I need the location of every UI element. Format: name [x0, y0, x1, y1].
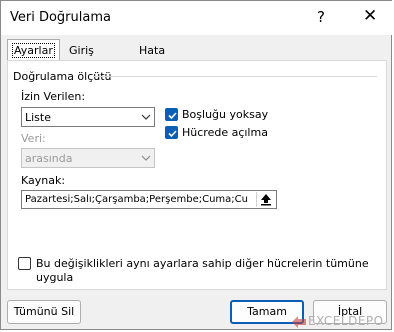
- tab-settings[interactable]: Ayarlar: [7, 39, 60, 61]
- chevron-down-icon: [138, 108, 154, 126]
- range-select-icon[interactable]: [256, 192, 275, 207]
- apply-all-label-line2: uygula: [36, 271, 74, 284]
- close-button[interactable]: ✕: [363, 6, 377, 26]
- checkmark-icon: [168, 130, 177, 138]
- title-bar[interactable]: Veri Doğrulama ? ✕: [1, 1, 393, 35]
- data-label: Veri:: [21, 132, 46, 145]
- source-label: Kaynak:: [21, 174, 66, 187]
- data-combo[interactable]: arasında: [21, 148, 155, 168]
- in-cell-dropdown-label: Hücrede açılma: [182, 126, 268, 139]
- source-value: Pazartesi;Salı;Çarşamba;Perşembe;Cuma;Cu: [25, 194, 248, 205]
- watermark-text: EXCELDEPO: [308, 314, 384, 328]
- tab-error-alert[interactable]: Hata Uyarısı: [135, 41, 181, 76]
- tab-settings-label: Ayarlar: [12, 43, 55, 58]
- in-cell-dropdown-checkbox[interactable]: [165, 126, 178, 139]
- logo-icon: [292, 316, 306, 328]
- allow-combo[interactable]: Liste: [21, 107, 155, 127]
- apply-all-label-line1: Bu değişiklikleri aynı ayarlara sahip di…: [36, 257, 369, 270]
- apply-all-checkbox[interactable]: [18, 257, 31, 270]
- data-value: arasında: [25, 152, 73, 165]
- chevron-down-icon: [138, 149, 154, 167]
- allow-value: Liste: [25, 111, 51, 124]
- ignore-blank-label: Boşluğu yoksay: [182, 108, 269, 121]
- watermark-logo: EXCELDEPO: [290, 313, 390, 329]
- checkmark-icon: [168, 112, 177, 120]
- window-title: Veri Doğrulama: [10, 10, 111, 25]
- source-input[interactable]: Pazartesi;Salı;Çarşamba;Perşembe;Cuma;Cu: [21, 190, 277, 209]
- tab-input-message[interactable]: Giriş İletisi: [65, 41, 102, 76]
- ignore-blank-checkbox[interactable]: [165, 108, 178, 121]
- clear-all-button[interactable]: Tümünü Sil: [7, 300, 81, 324]
- allow-label: İzin Verilen:: [21, 90, 86, 103]
- data-validation-dialog: Veri Doğrulama ? ✕ Ayarlar Giriş İletisi…: [0, 0, 393, 330]
- group-divider: [93, 76, 377, 77]
- help-button[interactable]: ?: [317, 8, 325, 26]
